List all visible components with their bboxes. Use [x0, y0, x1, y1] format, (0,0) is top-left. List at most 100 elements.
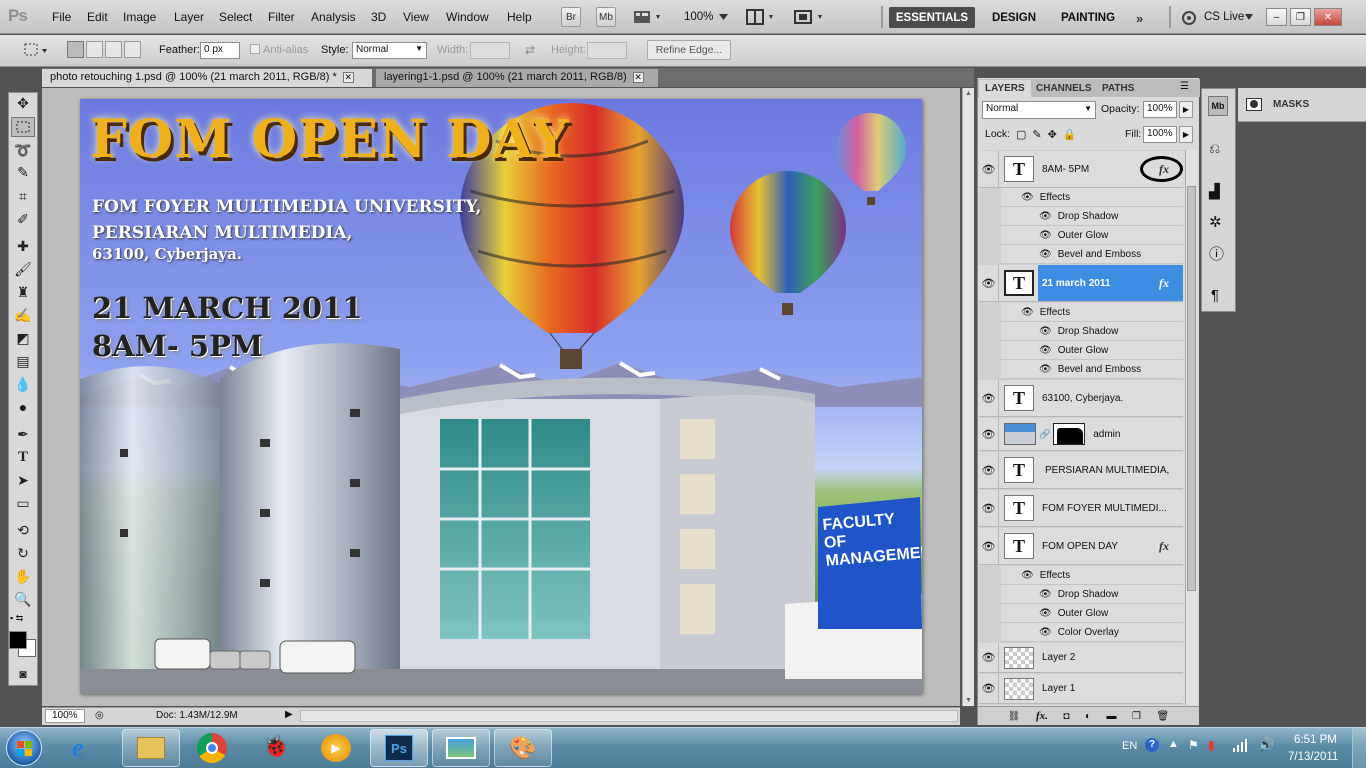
- scroll-thumb[interactable]: [1187, 186, 1196, 591]
- zoom-tool-icon[interactable]: 🔍: [11, 589, 35, 609]
- panel-menu-icon[interactable]: ☰: [1180, 81, 1189, 92]
- fill-arrow-icon[interactable]: ▶: [1179, 126, 1193, 143]
- tab-layers[interactable]: LAYERS: [979, 80, 1031, 97]
- move-tool-icon[interactable]: ✥: [11, 93, 35, 113]
- opacity-input[interactable]: 100%: [1143, 101, 1177, 118]
- new-layer-icon[interactable]: ❐: [1132, 711, 1141, 722]
- menu-3d[interactable]: 3D: [371, 10, 386, 24]
- eye-icon[interactable]: 👁: [979, 490, 999, 526]
- effect-row[interactable]: 👁 Drop Shadow: [1001, 585, 1183, 604]
- eye-icon[interactable]: 👁: [1021, 307, 1034, 318]
- minimize-icon[interactable]: –: [1266, 8, 1287, 26]
- workspace-design[interactable]: DESIGN: [986, 7, 1042, 28]
- status-icon[interactable]: ◎: [95, 710, 104, 721]
- menu-select[interactable]: Select: [219, 10, 252, 24]
- layer-row[interactable]: 👁 T PERSIARAN MULTIMEDIA,: [979, 452, 1183, 489]
- tray-icon[interactable]: ⚑: [1188, 738, 1199, 752]
- add-style-icon[interactable]: fx.: [1036, 710, 1048, 722]
- vertical-scrollbar[interactable]: ▲ ▼: [962, 88, 974, 706]
- quick-mask-icon[interactable]: ◙: [11, 664, 35, 684]
- link-icon[interactable]: 🔗: [1039, 429, 1050, 440]
- healing-brush-tool-icon[interactable]: ✚: [11, 236, 35, 256]
- effect-row[interactable]: 👁 Outer Glow: [1001, 604, 1183, 623]
- layer-row-selected[interactable]: 👁 T 21 march 2011 fx: [979, 265, 1183, 302]
- tab-channels[interactable]: CHANNELS: [1030, 80, 1098, 97]
- pen-tool-icon[interactable]: ✒: [11, 424, 35, 444]
- new-group-icon[interactable]: ▬: [1107, 711, 1117, 722]
- effect-row[interactable]: 👁 Drop Shadow: [1001, 207, 1183, 226]
- crop-tool-icon[interactable]: ⌗: [11, 186, 35, 206]
- eye-icon[interactable]: 👁: [1039, 249, 1052, 260]
- effects-row[interactable]: 👁 Effects: [1001, 188, 1183, 207]
- quick-selection-tool-icon[interactable]: ✎: [11, 162, 35, 182]
- close-icon[interactable]: ✕: [342, 72, 354, 83]
- refine-edge-button[interactable]: Refine Edge...: [647, 40, 731, 60]
- minibridge-panel-icon[interactable]: Mb: [1208, 96, 1228, 116]
- history-brush-tool-icon[interactable]: ✍: [11, 305, 35, 325]
- style-select[interactable]: Normal ▼: [352, 42, 427, 59]
- eye-icon[interactable]: 👁: [979, 265, 999, 301]
- effect-row[interactable]: 👁 Color Overlay: [1001, 623, 1183, 642]
- zoom-level[interactable]: 100%: [684, 11, 713, 23]
- height-input[interactable]: [587, 42, 627, 59]
- blend-mode-select[interactable]: Normal ▼: [982, 101, 1096, 119]
- menu-image[interactable]: Image: [123, 10, 156, 24]
- tab-document-1[interactable]: photo retouching 1.psd @ 100% (21 march …: [42, 69, 372, 87]
- horizontal-scrollbar[interactable]: [300, 710, 958, 722]
- clock-time[interactable]: 6:51 PM: [1294, 734, 1337, 746]
- lasso-tool-icon[interactable]: ➰: [11, 140, 35, 160]
- brush-tool-icon[interactable]: 🖌: [11, 259, 35, 279]
- navigator-panel-icon[interactable]: ✲: [1209, 213, 1222, 231]
- eye-icon[interactable]: 👁: [979, 151, 999, 187]
- 3d-orbit-tool-icon[interactable]: ↻: [11, 543, 35, 563]
- effect-row[interactable]: 👁 Bevel and Emboss: [1001, 360, 1183, 379]
- menu-view[interactable]: View: [403, 10, 429, 24]
- menu-file[interactable]: File: [52, 10, 71, 24]
- menu-window[interactable]: Window: [446, 10, 489, 24]
- cslive-icon[interactable]: [1181, 10, 1197, 26]
- fx-icon[interactable]: fx: [1159, 276, 1169, 291]
- subtract-selection-icon[interactable]: [105, 41, 122, 58]
- effect-row[interactable]: 👁 Bevel and Emboss: [1001, 245, 1183, 264]
- network-icon[interactable]: [1232, 738, 1248, 752]
- more-workspaces-icon[interactable]: »: [1136, 11, 1143, 26]
- layer-row[interactable]: 👁 Layer 1: [979, 674, 1183, 704]
- swap-icon[interactable]: ⇄: [525, 43, 535, 57]
- add-mask-icon[interactable]: ◘: [1063, 711, 1069, 722]
- effect-row[interactable]: 👁 Drop Shadow: [1001, 322, 1183, 341]
- clock-date[interactable]: 7/13/2011: [1288, 751, 1338, 763]
- screen-mode-icon[interactable]: [793, 9, 827, 25]
- eye-icon[interactable]: 👁: [979, 452, 999, 488]
- path-selection-tool-icon[interactable]: ➤: [11, 470, 35, 490]
- eyedropper-tool-icon[interactable]: ✐: [11, 209, 35, 229]
- start-button[interactable]: [6, 730, 42, 766]
- media-app-icon[interactable]: 🐞: [262, 734, 289, 760]
- action-center-icon[interactable]: ▮: [1208, 738, 1215, 752]
- 3d-rotate-tool-icon[interactable]: ⟲: [11, 520, 35, 540]
- eye-icon[interactable]: 👁: [1021, 192, 1034, 203]
- menu-layer[interactable]: Layer: [174, 10, 204, 24]
- layers-scrollbar[interactable]: [1185, 150, 1197, 705]
- tab-paths[interactable]: PATHS: [1096, 80, 1140, 97]
- eye-icon[interactable]: 👁: [979, 418, 999, 450]
- photoshop-taskbar-button[interactable]: Ps: [370, 729, 428, 767]
- fill-input[interactable]: 100%: [1143, 126, 1177, 143]
- workspace-essentials[interactable]: ESSENTIALS: [889, 7, 975, 28]
- eraser-tool-icon[interactable]: ◩: [11, 328, 35, 348]
- explorer-taskbar-button[interactable]: [122, 729, 180, 767]
- help-icon[interactable]: ?: [1145, 738, 1159, 752]
- view-extras-icon[interactable]: [632, 9, 664, 25]
- eye-icon[interactable]: 👁: [1039, 211, 1052, 222]
- status-zoom[interactable]: 100%: [45, 709, 85, 723]
- eye-icon[interactable]: 👁: [1039, 345, 1052, 356]
- type-tool-icon[interactable]: T: [11, 447, 35, 467]
- shape-tool-icon[interactable]: ▭: [11, 493, 35, 513]
- antialias-checkbox[interactable]: [250, 44, 260, 54]
- layer-row[interactable]: 👁 🔗 admin: [979, 418, 1183, 451]
- poster-image[interactable]: FOM OPEN DAY FOM FOYER MULTIMEDIA UNIVER…: [80, 99, 922, 694]
- gradient-tool-icon[interactable]: ▤: [11, 351, 35, 371]
- layer-row[interactable]: 👁 Layer 2: [979, 643, 1183, 673]
- arrange-documents-icon[interactable]: [745, 9, 777, 25]
- eye-icon[interactable]: 👁: [1039, 589, 1052, 600]
- menu-filter[interactable]: Filter: [268, 10, 295, 24]
